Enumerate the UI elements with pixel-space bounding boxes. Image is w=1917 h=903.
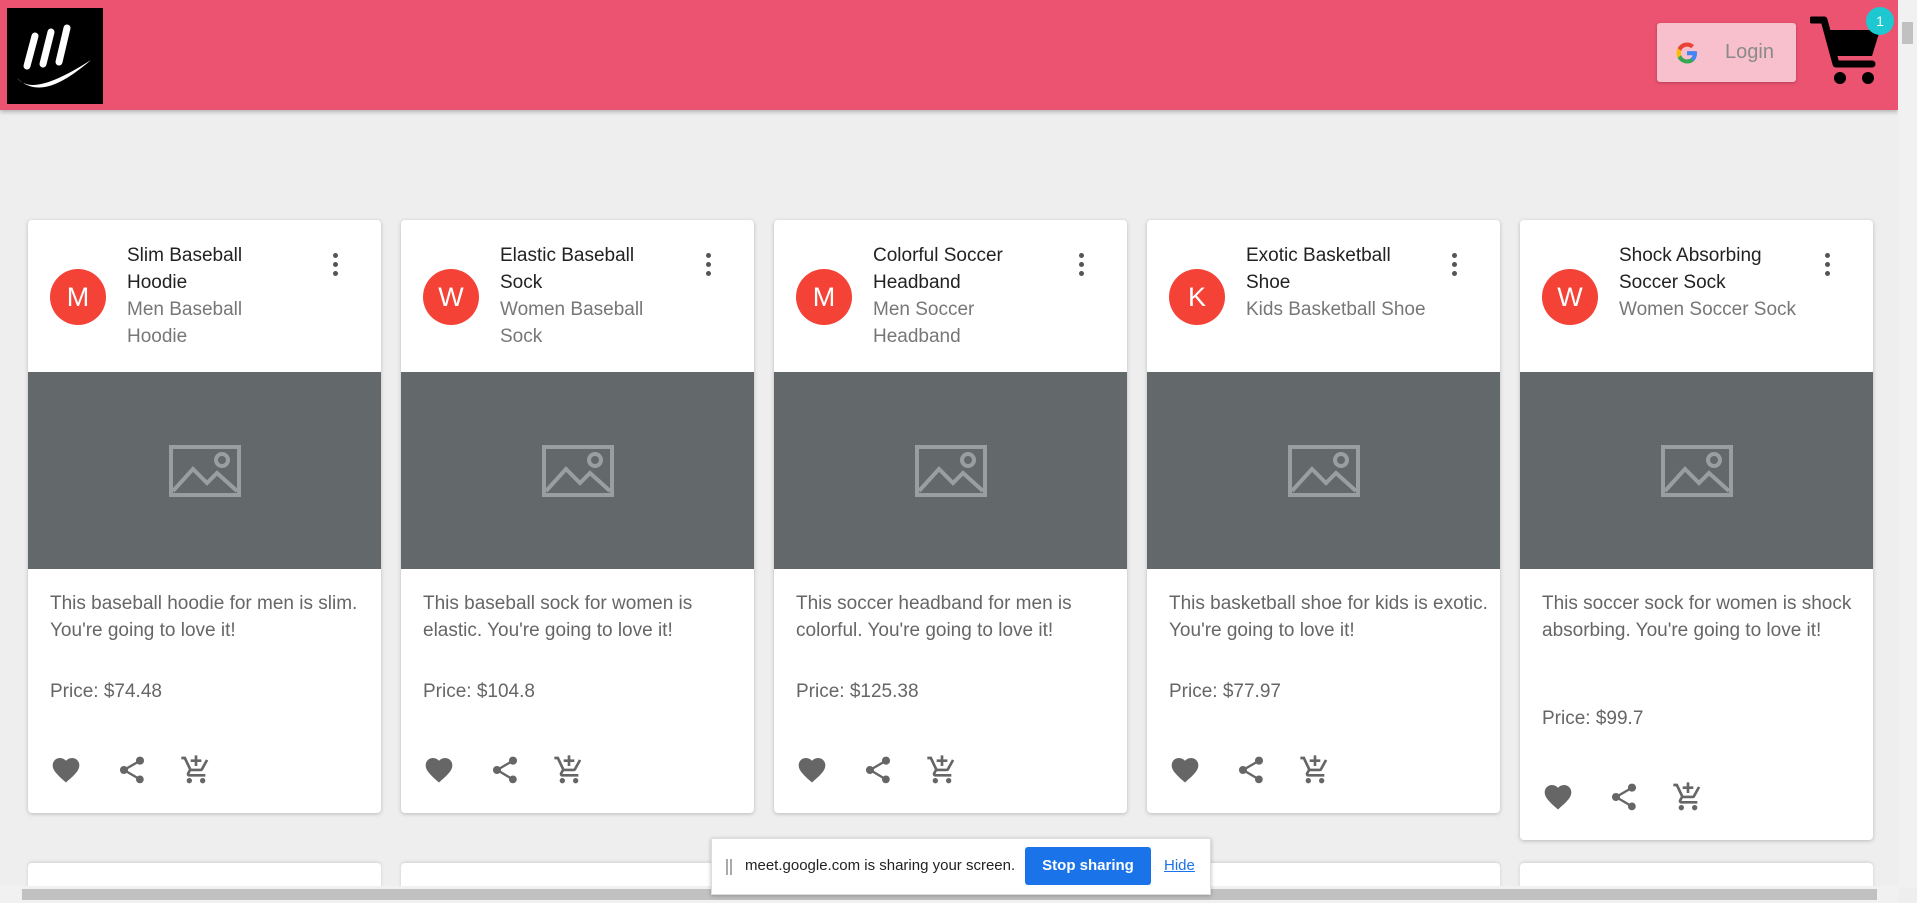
more-vert-icon[interactable] — [1078, 253, 1086, 279]
favorite-icon[interactable] — [796, 754, 828, 786]
image-icon — [169, 445, 241, 497]
more-vert-icon[interactable] — [332, 253, 340, 279]
image-icon — [915, 445, 987, 497]
product-subtitle: Women Baseball Sock — [500, 299, 644, 347]
google-icon — [1676, 42, 1697, 64]
avatar: W — [423, 269, 479, 325]
product-price: Price: $125.38 — [796, 681, 919, 702]
avatar: W — [1542, 269, 1598, 325]
product-description: This basketball shoe for kids is exotic.… — [1169, 593, 1488, 641]
more-vert-icon[interactable] — [1451, 253, 1459, 279]
product-image-placeholder — [1147, 372, 1500, 569]
avatar: M — [796, 269, 852, 325]
brand-logo[interactable] — [7, 8, 103, 104]
product-card: W Shock Absorbing Soccer Sock Women Socc… — [1520, 220, 1873, 840]
product-card: M Colorful Soccer Headband Men Soccer He… — [774, 220, 1127, 813]
avatar: K — [1169, 269, 1225, 325]
product-card: M Slim Baseball Hoodie Men Baseball Hood… — [28, 220, 381, 813]
login-label: Login — [1725, 41, 1774, 63]
google-login-button[interactable]: Login — [1657, 23, 1796, 82]
product-price: Price: $99.7 — [1542, 708, 1644, 729]
favorite-icon[interactable] — [1542, 781, 1574, 813]
more-vert-icon[interactable] — [1824, 253, 1832, 279]
product-title: Exotic Basketball Shoe — [1246, 245, 1391, 293]
product-price: Price: $74.48 — [50, 681, 162, 702]
image-icon — [1661, 445, 1733, 497]
more-vert-icon[interactable] — [705, 253, 713, 279]
product-subtitle: Kids Basketball Shoe — [1246, 299, 1426, 320]
favorite-icon[interactable] — [1169, 754, 1201, 786]
product-title: Elastic Baseball Sock — [500, 245, 635, 293]
top-app-bar: Login — [0, 0, 1898, 110]
favorite-icon[interactable] — [50, 754, 82, 786]
share-icon[interactable] — [1235, 754, 1267, 786]
add-to-cart-icon[interactable] — [1672, 781, 1704, 813]
add-to-cart-icon[interactable] — [553, 754, 585, 786]
share-icon[interactable] — [862, 754, 894, 786]
cart-count-badge: 1 — [1866, 7, 1894, 35]
product-image-placeholder — [774, 372, 1127, 569]
product-image-placeholder — [401, 372, 754, 569]
stop-sharing-button[interactable]: Stop sharing — [1025, 847, 1151, 885]
product-image-placeholder — [28, 372, 381, 569]
scrollbar-thumb[interactable] — [1902, 22, 1913, 44]
product-image-placeholder — [1520, 372, 1873, 569]
vertical-scrollbar[interactable] — [1898, 0, 1917, 888]
add-to-cart-icon[interactable] — [180, 754, 212, 786]
product-description: This soccer sock for women is shock abso… — [1542, 593, 1852, 641]
favorite-icon[interactable] — [423, 754, 455, 786]
product-subtitle: Men Baseball Hoodie — [127, 299, 243, 347]
share-icon[interactable] — [1608, 781, 1640, 813]
product-description: This soccer headband for men is colorful… — [796, 593, 1072, 641]
product-price: Price: $77.97 — [1169, 681, 1281, 702]
product-card: K Exotic Basketball Shoe Kids Basketball… — [1147, 220, 1500, 813]
share-icon[interactable] — [489, 754, 521, 786]
product-description: This baseball hoodie for men is slim. Yo… — [50, 593, 358, 641]
product-title: Slim Baseball Hoodie — [127, 245, 243, 293]
hide-link[interactable]: Hide — [1164, 857, 1195, 874]
image-icon — [542, 445, 614, 497]
drag-handle[interactable] — [726, 859, 732, 875]
add-to-cart-icon[interactable] — [1299, 754, 1331, 786]
product-price: Price: $104.8 — [423, 681, 535, 702]
image-icon — [1288, 445, 1360, 497]
product-title: Colorful Soccer Headband — [873, 245, 1003, 293]
product-card: W Elastic Baseball Sock Women Baseball S… — [401, 220, 754, 813]
screen-share-notification: meet.google.com is sharing your screen. … — [711, 838, 1211, 895]
product-title: Shock Absorbing Soccer Sock — [1619, 245, 1762, 293]
share-icon[interactable] — [116, 754, 148, 786]
avatar: M — [50, 269, 106, 325]
product-subtitle: Men Soccer Headband — [873, 299, 975, 347]
share-message: meet.google.com is sharing your screen. — [745, 857, 1016, 874]
add-to-cart-icon[interactable] — [926, 754, 958, 786]
product-subtitle: Women Soccer Sock — [1619, 299, 1797, 320]
product-description: This baseball sock for women is elastic.… — [423, 593, 693, 641]
